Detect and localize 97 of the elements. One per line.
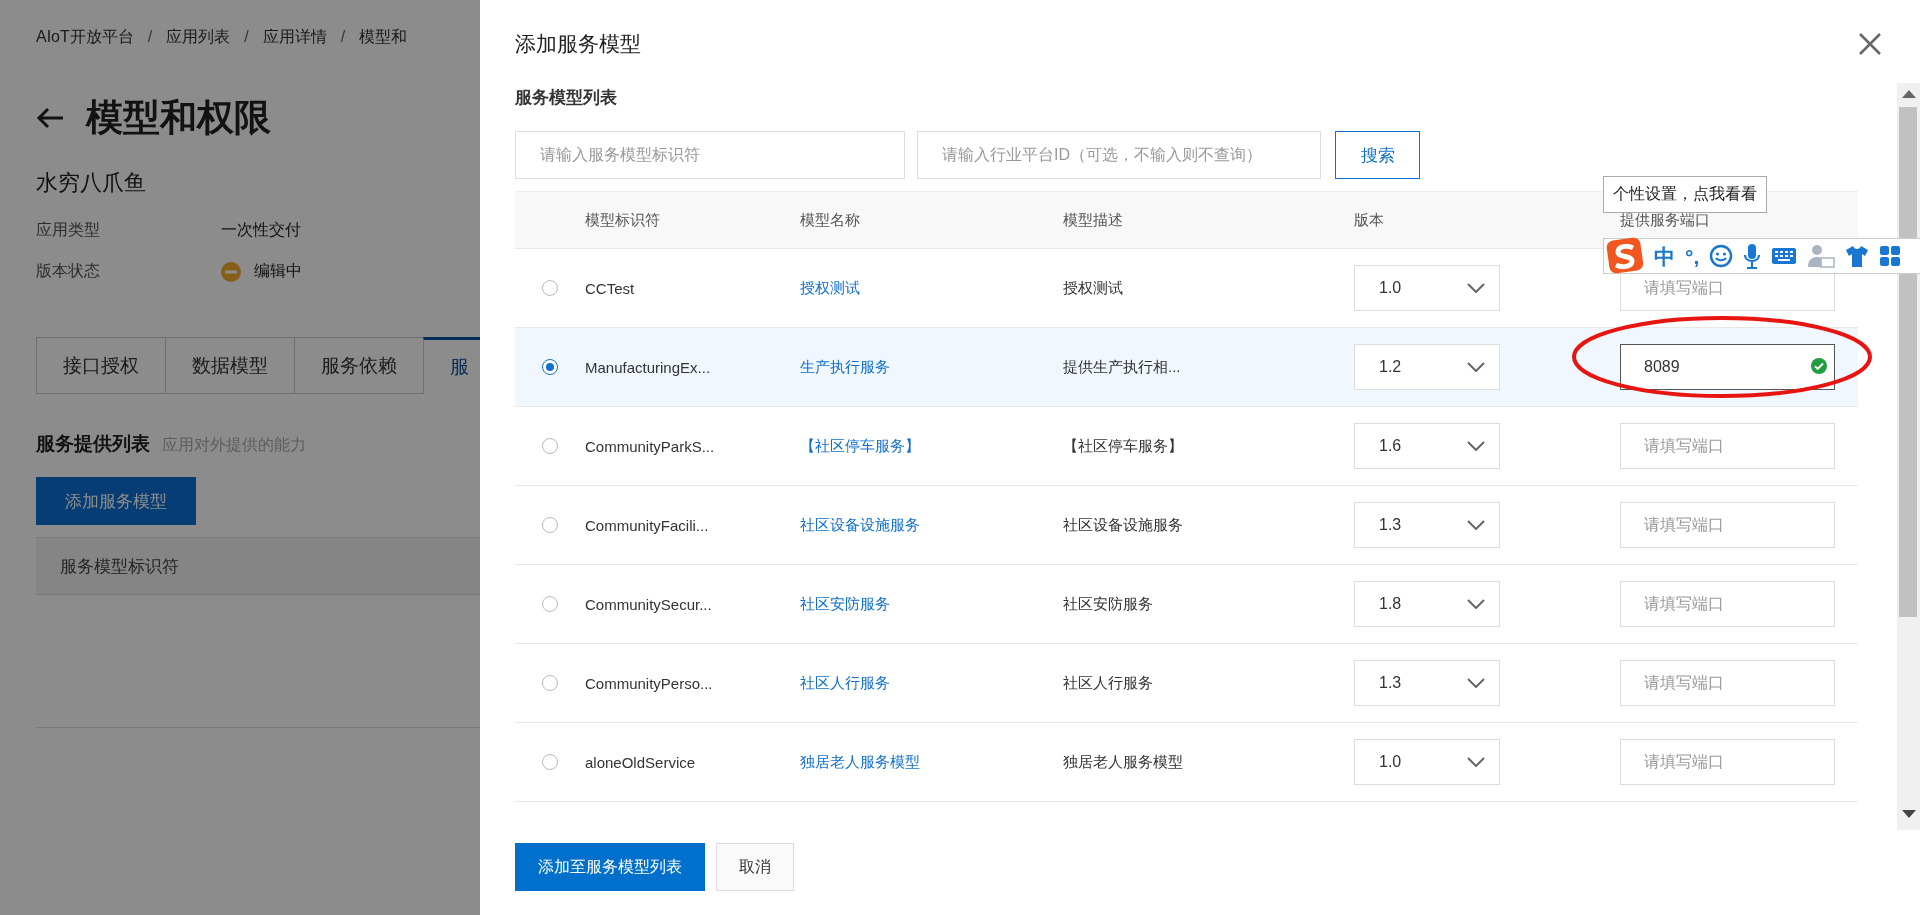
table-cell-text: 授权测试 bbox=[1063, 278, 1124, 298]
info-value: 一次性交付 bbox=[221, 220, 302, 240]
info-label: 应用类型 bbox=[36, 220, 101, 240]
page-title: 模型和权限 bbox=[86, 96, 271, 140]
breadcrumb-link[interactable]: 应用列表 bbox=[166, 26, 231, 48]
table-cell-text: CommunityParkS... bbox=[585, 437, 716, 455]
radio-button[interactable] bbox=[542, 438, 558, 454]
chevron-down-icon bbox=[1467, 599, 1485, 609]
column-header: 模型标识符 bbox=[585, 210, 661, 230]
model-name-link[interactable]: 独居老人服务模型 bbox=[800, 752, 1063, 772]
ime-logo-icon[interactable] bbox=[1606, 237, 1644, 275]
grid-icon[interactable] bbox=[1879, 245, 1902, 267]
app-name: 水穷八爪鱼 bbox=[36, 169, 147, 197]
check-circle-icon bbox=[1811, 358, 1827, 374]
emoji-icon[interactable] bbox=[1709, 244, 1734, 268]
radio-button[interactable] bbox=[542, 754, 558, 770]
model-name-link[interactable]: 社区设备设施服务 bbox=[800, 515, 1063, 535]
chevron-down-icon bbox=[1467, 678, 1485, 688]
radio-button[interactable] bbox=[542, 596, 558, 612]
table-cell-text: CommunityFacili... bbox=[585, 516, 710, 534]
ime-mode-toggle[interactable]: 中 bbox=[1654, 245, 1675, 267]
section-title: 服务提供列表 bbox=[36, 432, 150, 456]
version-select[interactable]: 1.2 bbox=[1354, 344, 1500, 390]
tab[interactable]: 服 bbox=[423, 337, 480, 394]
breadcrumb-link[interactable]: 应用详情 bbox=[262, 26, 327, 48]
chevron-down-icon bbox=[1467, 283, 1485, 293]
column-header: 服务模型标识符 bbox=[60, 555, 179, 578]
breadcrumb-separator: / bbox=[340, 28, 346, 46]
tab[interactable]: 服务依赖 bbox=[294, 337, 423, 394]
close-icon[interactable] bbox=[1858, 32, 1882, 56]
search-button[interactable]: 搜索 bbox=[1335, 131, 1420, 179]
port-field[interactable]: 请填写端口 bbox=[1620, 423, 1835, 469]
radio-button[interactable] bbox=[542, 675, 558, 691]
version-select[interactable]: 1.8 bbox=[1354, 581, 1500, 627]
tooltip: 个性设置，点我看看 bbox=[1603, 176, 1767, 213]
add-model-button[interactable]: 添加服务模型 bbox=[36, 477, 196, 525]
microphone-icon[interactable] bbox=[1743, 243, 1762, 269]
info-label: 版本状态 bbox=[36, 261, 101, 281]
column-header: 版本 bbox=[1354, 210, 1385, 230]
keyboard-icon[interactable] bbox=[1771, 246, 1798, 266]
port-field[interactable]: 请填写端口 bbox=[1620, 660, 1835, 706]
version-select[interactable]: 1.6 bbox=[1354, 423, 1500, 469]
table-cell-text: CCTest bbox=[585, 279, 636, 297]
radio-button[interactable] bbox=[542, 359, 558, 375]
table-cell-text: 【社区停车服务】 bbox=[1063, 436, 1184, 456]
search-field[interactable]: 请输入服务模型标识符 bbox=[515, 131, 905, 179]
table-cell-text: 独居老人服务模型 bbox=[1063, 752, 1184, 772]
table-cell-text: 社区设备设施服务 bbox=[1063, 515, 1184, 535]
chevron-down-icon bbox=[1467, 441, 1485, 451]
column-header: 模型名称 bbox=[800, 210, 861, 230]
section-title: 服务模型列表 bbox=[515, 87, 617, 109]
shirt-icon[interactable] bbox=[1845, 244, 1870, 268]
breadcrumb-link[interactable]: AIoT开放平台 bbox=[36, 26, 134, 48]
version-select[interactable]: 1.0 bbox=[1354, 739, 1500, 785]
tab[interactable]: 接口授权 bbox=[36, 337, 165, 394]
chevron-down-icon bbox=[1467, 757, 1485, 767]
ime-floating-menu[interactable]: 中 °, bbox=[1603, 238, 1920, 274]
column-header: 模型描述 bbox=[1063, 210, 1124, 230]
cancel-button[interactable]: 取消 bbox=[716, 843, 794, 891]
search-field[interactable]: 请输入行业平台ID（可选，不输入则不查询） bbox=[917, 131, 1321, 179]
tab[interactable]: 数据模型 bbox=[165, 337, 294, 394]
breadcrumb-separator: / bbox=[147, 28, 153, 46]
port-field[interactable]: 请填写端口 bbox=[1620, 502, 1835, 548]
chevron-down-icon bbox=[1467, 362, 1485, 372]
drawer-title: 添加服务模型 bbox=[515, 31, 641, 57]
breadcrumb-link[interactable]: 模型和 bbox=[359, 26, 408, 48]
back-arrow-icon[interactable] bbox=[36, 107, 64, 129]
model-name-link[interactable]: 授权测试 bbox=[800, 278, 1063, 298]
table-cell-text: 社区人行服务 bbox=[1063, 673, 1154, 693]
radio-button[interactable] bbox=[542, 280, 558, 296]
scroll-down-icon[interactable] bbox=[1902, 810, 1916, 818]
version-select[interactable]: 1.3 bbox=[1354, 502, 1500, 548]
model-name-link[interactable]: 社区人行服务 bbox=[800, 673, 1063, 693]
table-cell-text: 社区安防服务 bbox=[1063, 594, 1154, 614]
model-name-link[interactable]: 【社区停车服务】 bbox=[800, 436, 1063, 456]
port-field[interactable]: 8089 bbox=[1620, 344, 1835, 390]
punctuation-toggle[interactable]: °, bbox=[1685, 245, 1700, 267]
port-field[interactable]: 请填写端口 bbox=[1620, 581, 1835, 627]
scroll-up-icon[interactable] bbox=[1902, 90, 1916, 98]
port-field[interactable]: 请填写端口 bbox=[1620, 739, 1835, 785]
info-value: 编辑中 bbox=[254, 261, 302, 281]
version-select[interactable]: 1.3 bbox=[1354, 660, 1500, 706]
scrollbar-thumb[interactable] bbox=[1899, 107, 1917, 617]
table-cell-text: CommunitySecur... bbox=[585, 595, 713, 613]
status-icon bbox=[221, 261, 241, 282]
column-header: 提供服务端口 bbox=[1620, 210, 1711, 230]
model-name-link[interactable]: 社区安防服务 bbox=[800, 594, 1063, 614]
table-cell-text: aloneOldService bbox=[585, 753, 697, 771]
breadcrumb-separator: / bbox=[244, 28, 249, 46]
table-cell-text: CommunityPerso... bbox=[585, 674, 714, 692]
version-select[interactable]: 1.0 bbox=[1354, 265, 1500, 311]
radio-button[interactable] bbox=[542, 517, 558, 533]
chevron-down-icon bbox=[1467, 520, 1485, 530]
table-cell-text: ManufacturingEx... bbox=[585, 358, 712, 376]
model-name-link[interactable]: 生产执行服务 bbox=[800, 357, 1063, 377]
table-cell-text: 提供生产执行相... bbox=[1063, 357, 1182, 377]
add-to-list-button[interactable]: 添加至服务模型列表 bbox=[515, 843, 705, 891]
